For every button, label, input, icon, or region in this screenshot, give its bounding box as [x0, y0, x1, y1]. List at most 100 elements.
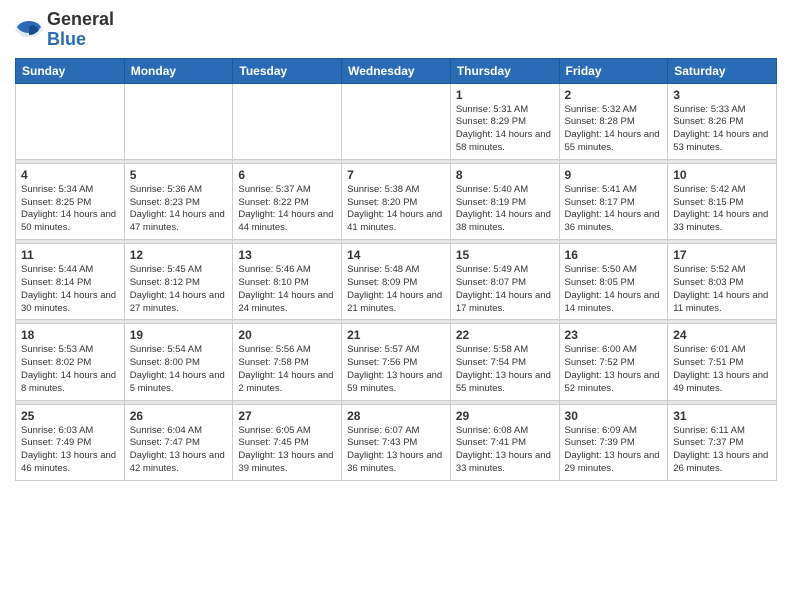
day-number: 8: [456, 168, 554, 182]
calendar-week-4: 18 Sunrise: 5:53 AM Sunset: 8:02 PM Dayli…: [16, 324, 777, 400]
day-info: Sunrise: 5:48 AM Sunset: 8:09 PM Dayligh…: [347, 264, 445, 315]
col-header-wednesday: Wednesday: [342, 58, 451, 83]
calendar-cell: 10Sunrise: 5:42 AM Sunset: 8:15 PM Dayli…: [668, 163, 777, 239]
day-number: 19: [130, 328, 228, 342]
calendar-cell: 4 Sunrise: 5:34 AM Sunset: 8:25 PM Daylig…: [16, 163, 125, 239]
day-info: Sunrise: 6:11 AM Sunset: 7:37 PM Dayligh…: [673, 425, 771, 476]
day-number: 12: [130, 248, 228, 262]
day-number: 5: [130, 168, 228, 182]
calendar-cell: 28 Sunrise: 6:07 AM Sunset: 7:43 PM Dayli…: [342, 404, 451, 480]
day-number: 25: [21, 409, 119, 423]
day-number: 29: [456, 409, 554, 423]
day-info: Sunrise: 6:04 AM Sunset: 7:47 PM Dayligh…: [130, 425, 228, 476]
calendar-cell: 12 Sunrise: 5:45 AM Sunset: 8:12 PM Dayli…: [124, 244, 233, 320]
col-header-thursday: Thursday: [450, 58, 559, 83]
day-info: Sunrise: 5:57 AM Sunset: 7:56 PM Dayligh…: [347, 344, 445, 395]
day-info: Sunrise: 5:33 AM Sunset: 8:26 PM Dayligh…: [673, 104, 771, 155]
day-info: Sunrise: 5:31 AM Sunset: 8:29 PM Dayligh…: [456, 104, 554, 155]
day-number: 18: [21, 328, 119, 342]
calendar-cell: [233, 83, 342, 159]
calendar-week-3: 11Sunrise: 5:44 AM Sunset: 8:14 PM Dayli…: [16, 244, 777, 320]
day-info: Sunrise: 5:54 AM Sunset: 8:00 PM Dayligh…: [130, 344, 228, 395]
day-info: Sunrise: 6:09 AM Sunset: 7:39 PM Dayligh…: [565, 425, 663, 476]
day-info: Sunrise: 5:34 AM Sunset: 8:25 PM Dayligh…: [21, 184, 119, 235]
calendar-cell: [124, 83, 233, 159]
logo-icon: [15, 19, 43, 41]
day-number: 31: [673, 409, 771, 423]
calendar-cell: 9Sunrise: 5:41 AM Sunset: 8:17 PM Daylig…: [559, 163, 668, 239]
day-number: 4: [21, 168, 119, 182]
day-number: 6: [238, 168, 336, 182]
day-number: 24: [673, 328, 771, 342]
calendar-header-row: SundayMondayTuesdayWednesdayThursdayFrid…: [16, 58, 777, 83]
day-number: 13: [238, 248, 336, 262]
day-info: Sunrise: 5:50 AM Sunset: 8:05 PM Dayligh…: [565, 264, 663, 315]
day-number: 16: [565, 248, 663, 262]
calendar-cell: 13 Sunrise: 5:46 AM Sunset: 8:10 PM Dayli…: [233, 244, 342, 320]
day-info: Sunrise: 5:53 AM Sunset: 8:02 PM Dayligh…: [21, 344, 119, 395]
calendar-cell: 24 Sunrise: 6:01 AM Sunset: 7:51 PM Dayli…: [668, 324, 777, 400]
calendar-cell: 5 Sunrise: 5:36 AM Sunset: 8:23 PM Daylig…: [124, 163, 233, 239]
calendar-cell: 11Sunrise: 5:44 AM Sunset: 8:14 PM Dayli…: [16, 244, 125, 320]
day-info: Sunrise: 5:32 AM Sunset: 8:28 PM Dayligh…: [565, 104, 663, 155]
day-info: Sunrise: 5:45 AM Sunset: 8:12 PM Dayligh…: [130, 264, 228, 315]
day-number: 14: [347, 248, 445, 262]
calendar-week-5: 25 Sunrise: 6:03 AM Sunset: 7:49 PM Dayli…: [16, 404, 777, 480]
day-number: 30: [565, 409, 663, 423]
logo-line2: Blue: [47, 30, 114, 50]
calendar-cell: 1 Sunrise: 5:31 AM Sunset: 8:29 PM Daylig…: [450, 83, 559, 159]
page-header: GeneralBlue: [15, 10, 777, 50]
calendar-cell: 15Sunrise: 5:49 AM Sunset: 8:07 PM Dayli…: [450, 244, 559, 320]
day-info: Sunrise: 5:42 AM Sunset: 8:15 PM Dayligh…: [673, 184, 771, 235]
calendar-cell: 31 Sunrise: 6:11 AM Sunset: 7:37 PM Dayli…: [668, 404, 777, 480]
day-number: 3: [673, 88, 771, 102]
day-info: Sunrise: 6:03 AM Sunset: 7:49 PM Dayligh…: [21, 425, 119, 476]
calendar-cell: 23 Sunrise: 6:00 AM Sunset: 7:52 PM Dayli…: [559, 324, 668, 400]
calendar-cell: 20Sunrise: 5:56 AM Sunset: 7:58 PM Dayli…: [233, 324, 342, 400]
day-info: Sunrise: 5:46 AM Sunset: 8:10 PM Dayligh…: [238, 264, 336, 315]
day-info: Sunrise: 5:40 AM Sunset: 8:19 PM Dayligh…: [456, 184, 554, 235]
calendar-cell: 21Sunrise: 5:57 AM Sunset: 7:56 PM Dayli…: [342, 324, 451, 400]
day-info: Sunrise: 5:36 AM Sunset: 8:23 PM Dayligh…: [130, 184, 228, 235]
day-number: 22: [456, 328, 554, 342]
day-info: Sunrise: 6:01 AM Sunset: 7:51 PM Dayligh…: [673, 344, 771, 395]
day-info: Sunrise: 5:49 AM Sunset: 8:07 PM Dayligh…: [456, 264, 554, 315]
day-number: 17: [673, 248, 771, 262]
day-number: 9: [565, 168, 663, 182]
calendar-week-1: 1 Sunrise: 5:31 AM Sunset: 8:29 PM Daylig…: [16, 83, 777, 159]
calendar-cell: 6 Sunrise: 5:37 AM Sunset: 8:22 PM Daylig…: [233, 163, 342, 239]
day-number: 23: [565, 328, 663, 342]
col-header-sunday: Sunday: [16, 58, 125, 83]
logo-text: GeneralBlue: [47, 10, 114, 50]
calendar-cell: 8 Sunrise: 5:40 AM Sunset: 8:19 PM Daylig…: [450, 163, 559, 239]
col-header-tuesday: Tuesday: [233, 58, 342, 83]
day-number: 11: [21, 248, 119, 262]
day-info: Sunrise: 6:05 AM Sunset: 7:45 PM Dayligh…: [238, 425, 336, 476]
day-info: Sunrise: 6:08 AM Sunset: 7:41 PM Dayligh…: [456, 425, 554, 476]
day-info: Sunrise: 5:58 AM Sunset: 7:54 PM Dayligh…: [456, 344, 554, 395]
calendar-cell: 18 Sunrise: 5:53 AM Sunset: 8:02 PM Dayli…: [16, 324, 125, 400]
calendar-cell: [342, 83, 451, 159]
day-info: Sunrise: 6:07 AM Sunset: 7:43 PM Dayligh…: [347, 425, 445, 476]
calendar-cell: 30 Sunrise: 6:09 AM Sunset: 7:39 PM Dayli…: [559, 404, 668, 480]
col-header-friday: Friday: [559, 58, 668, 83]
day-number: 1: [456, 88, 554, 102]
calendar-cell: 17 Sunrise: 5:52 AM Sunset: 8:03 PM Dayli…: [668, 244, 777, 320]
calendar-cell: 26Sunrise: 6:04 AM Sunset: 7:47 PM Dayli…: [124, 404, 233, 480]
day-number: 2: [565, 88, 663, 102]
day-info: Sunrise: 5:37 AM Sunset: 8:22 PM Dayligh…: [238, 184, 336, 235]
calendar-table: SundayMondayTuesdayWednesdayThursdayFrid…: [15, 58, 777, 481]
calendar-cell: 27Sunrise: 6:05 AM Sunset: 7:45 PM Dayli…: [233, 404, 342, 480]
day-number: 7: [347, 168, 445, 182]
calendar-cell: 25 Sunrise: 6:03 AM Sunset: 7:49 PM Dayli…: [16, 404, 125, 480]
day-info: Sunrise: 5:56 AM Sunset: 7:58 PM Dayligh…: [238, 344, 336, 395]
calendar-cell: 29 Sunrise: 6:08 AM Sunset: 7:41 PM Dayli…: [450, 404, 559, 480]
calendar-cell: 19 Sunrise: 5:54 AM Sunset: 8:00 PM Dayli…: [124, 324, 233, 400]
logo: GeneralBlue: [15, 10, 114, 50]
day-info: Sunrise: 6:00 AM Sunset: 7:52 PM Dayligh…: [565, 344, 663, 395]
calendar-cell: [16, 83, 125, 159]
calendar-cell: 7 Sunrise: 5:38 AM Sunset: 8:20 PM Daylig…: [342, 163, 451, 239]
day-info: Sunrise: 5:52 AM Sunset: 8:03 PM Dayligh…: [673, 264, 771, 315]
day-number: 28: [347, 409, 445, 423]
day-info: Sunrise: 5:38 AM Sunset: 8:20 PM Dayligh…: [347, 184, 445, 235]
